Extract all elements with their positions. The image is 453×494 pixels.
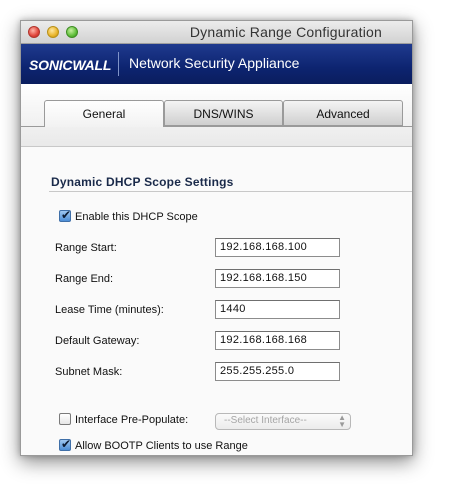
checkmark-icon: ✔	[61, 437, 72, 451]
tab-general[interactable]: General	[44, 100, 164, 127]
lease-time-input[interactable]: 1440	[215, 300, 340, 319]
allow-bootp-checkbox[interactable]: ✔	[59, 437, 72, 451]
enable-scope-label: Enable this DHCP Scope	[75, 211, 198, 223]
section-divider	[49, 191, 412, 192]
range-end-label: Range End:	[55, 273, 114, 285]
checkmark-icon: ✔	[61, 208, 72, 222]
interface-select-value: --Select Interface--	[224, 415, 307, 426]
tab-advanced[interactable]: Advanced	[283, 100, 403, 126]
interface-prepopulate-label: Interface Pre-Populate:	[75, 414, 189, 426]
sonicwall-logo: SONICWALL	[29, 57, 112, 73]
general-panel: Dynamic DHCP Scope Settings ✔ Enable thi…	[21, 147, 412, 455]
range-end-input[interactable]: 192.168.168.150	[215, 269, 340, 288]
close-button[interactable]	[28, 26, 40, 38]
product-name: Network Security Appliance	[129, 55, 300, 71]
dialog-window: Dynamic Range Configuration SONICWALL Ne…	[20, 20, 413, 456]
interface-select[interactable]: --Select Interface-- ▲ ▼	[215, 413, 351, 430]
allow-bootp-label: Allow BOOTP Clients to use Range	[75, 440, 248, 452]
interface-prepopulate-checkbox[interactable]	[59, 413, 71, 425]
tab-dns-wins[interactable]: DNS/WINS	[164, 100, 283, 126]
default-gateway-label: Default Gateway:	[55, 335, 140, 347]
range-start-label: Range Start:	[55, 242, 117, 254]
section-title: Dynamic DHCP Scope Settings	[51, 175, 234, 189]
subnet-mask-input[interactable]: 255.255.255.0	[215, 362, 340, 381]
title-bar: Dynamic Range Configuration	[21, 21, 412, 44]
minimize-button[interactable]	[47, 26, 59, 38]
lease-time-label: Lease Time (minutes):	[55, 304, 164, 316]
enable-scope-checkbox[interactable]: ✔	[59, 208, 72, 222]
window-title: Dynamic Range Configuration	[189, 24, 382, 40]
range-start-input[interactable]: 192.168.168.100	[215, 238, 340, 257]
banner-divider	[118, 52, 119, 76]
tab-bar: DNS/WINS Advanced General	[21, 84, 412, 147]
header-banner: SONICWALL Network Security Appliance	[21, 44, 412, 84]
default-gateway-input[interactable]: 192.168.168.168	[215, 331, 340, 350]
zoom-button[interactable]	[66, 26, 78, 38]
select-arrows-icon: ▲ ▼	[338, 413, 346, 429]
subnet-mask-label: Subnet Mask:	[55, 366, 123, 378]
